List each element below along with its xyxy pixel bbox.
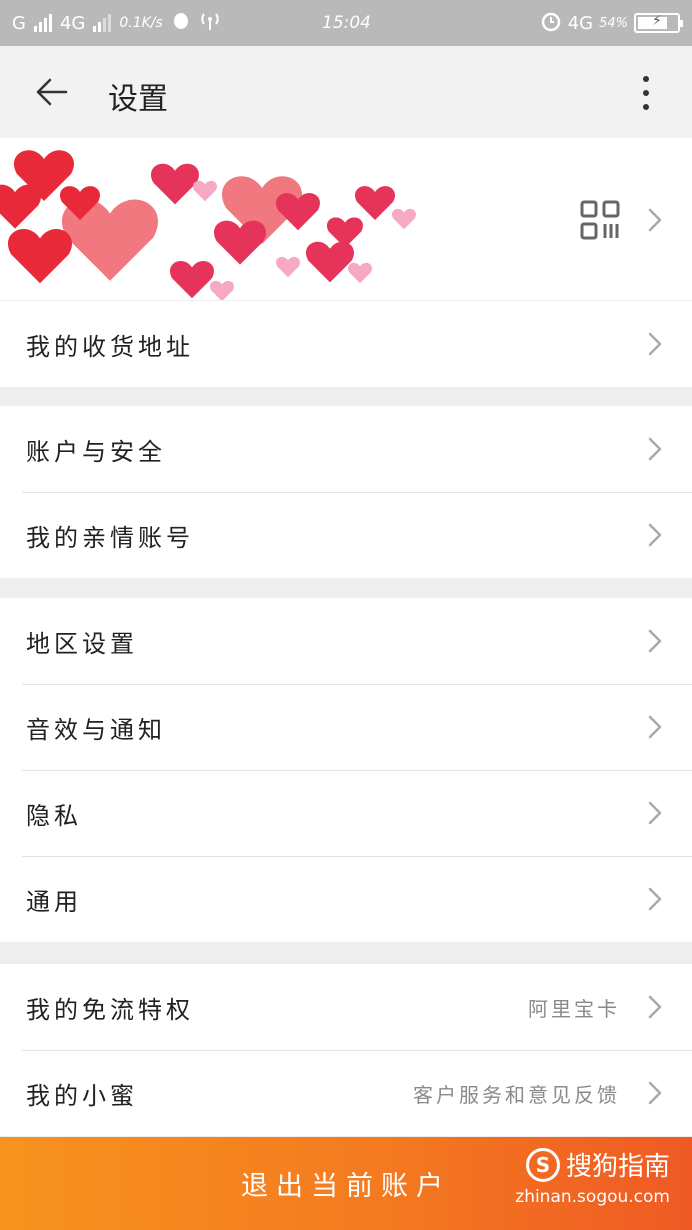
chevron-right-icon: [648, 208, 662, 236]
qr-code-icon[interactable]: [580, 200, 620, 240]
watermark: S 搜狗指南 zhinan.sogou.com: [515, 1146, 670, 1207]
app-bar: 设置: [0, 46, 692, 138]
signal-icon: [33, 14, 52, 32]
more-vertical-icon[interactable]: [634, 74, 658, 112]
status-time: 15:04: [322, 13, 371, 33]
chevron-right-icon: [648, 1081, 662, 1105]
logout-label: 退出当前账户: [241, 1171, 451, 1202]
watermark-brand-text: 搜狗指南: [565, 1152, 670, 1182]
penguin-icon: [171, 11, 191, 36]
settings-item-general[interactable]: 通用: [0, 856, 692, 942]
settings-item-label: 通用: [26, 887, 82, 916]
settings-group-account: 账户与安全 我的亲情账号: [0, 406, 692, 578]
settings-item-value: 客户服务和意见反馈: [413, 1082, 620, 1107]
battery-percent: 54%: [599, 15, 628, 31]
chevron-right-icon: [648, 715, 662, 739]
settings-item-family-account[interactable]: 我的亲情账号: [0, 492, 692, 578]
settings-group-services: 我的免流特权 阿里宝卡 我的小蜜 客户服务和意见反馈: [0, 964, 692, 1136]
avatar: [0, 150, 417, 300]
hotspot-icon: [199, 11, 221, 36]
settings-item-account-security[interactable]: 账户与安全: [0, 406, 692, 492]
settings-group-general: 地区设置 音效与通知 隐私 通用: [0, 598, 692, 942]
chevron-right-icon: [648, 629, 662, 653]
settings-group-address: 我的收货地址: [0, 301, 692, 387]
chevron-right-icon: [648, 801, 662, 825]
carrier-1: G: [12, 12, 26, 34]
battery-icon: ⚡: [634, 13, 683, 33]
carrier-2: 4G: [59, 12, 86, 34]
settings-item-privacy[interactable]: 隐私: [0, 770, 692, 856]
chevron-right-icon: [648, 437, 662, 461]
profile-row[interactable]: [0, 138, 692, 300]
settings-item-free-data[interactable]: 我的免流特权 阿里宝卡: [0, 964, 692, 1050]
status-bar: G 4G 0.1K/s 15:04 4G 54% ⚡: [0, 0, 692, 46]
settings-item-region[interactable]: 地区设置: [0, 598, 692, 684]
sogou-logo-icon: S: [525, 1147, 560, 1182]
chevron-right-icon: [648, 523, 662, 547]
chevron-right-icon: [648, 887, 662, 911]
settings-item-value: 阿里宝卡: [528, 996, 620, 1021]
watermark-brand: S 搜狗指南: [515, 1146, 670, 1183]
settings-item-assistant[interactable]: 我的小蜜 客户服务和意见反馈: [0, 1050, 692, 1136]
settings-item-label: 我的免流特权: [26, 995, 194, 1024]
settings-item-label: 我的收货地址: [26, 332, 194, 361]
network-type: 4G: [567, 12, 594, 34]
settings-item-label: 隐私: [26, 801, 82, 830]
page-title: 设置: [108, 82, 168, 117]
settings-item-shipping-address[interactable]: 我的收货地址: [0, 301, 692, 387]
watermark-url: zhinan.sogou.com: [515, 1187, 670, 1207]
settings-item-sound-notification[interactable]: 音效与通知: [0, 684, 692, 770]
settings-item-label: 音效与通知: [26, 715, 166, 744]
settings-item-label: 我的小蜜: [26, 1081, 138, 1110]
settings-item-label: 我的亲情账号: [26, 523, 194, 552]
back-arrow-icon[interactable]: [34, 74, 70, 110]
settings-item-label: 地区设置: [26, 629, 138, 658]
chevron-right-icon: [648, 332, 662, 356]
alarm-icon: [540, 10, 562, 37]
chevron-right-icon: [648, 995, 662, 1019]
settings-item-label: 账户与安全: [26, 437, 166, 466]
signal-icon-2: [93, 14, 112, 32]
network-speed: 0.1K/s: [119, 15, 163, 31]
